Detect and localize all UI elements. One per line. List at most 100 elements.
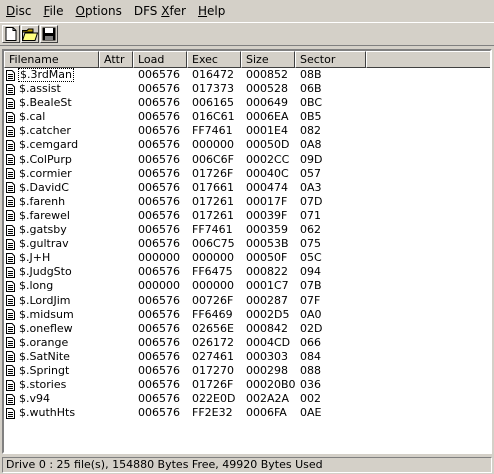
menu-disc[interactable]: Disc <box>0 1 37 21</box>
column-header-size[interactable]: Size <box>241 51 295 68</box>
file-icon <box>6 154 15 166</box>
file-row[interactable]: $.BealeSt 006576 006165 000649 0BC <box>4 96 490 110</box>
file-row[interactable]: $.3rdMan 006576 016472 000852 08B <box>4 68 490 82</box>
file-row[interactable]: $.farenh 006576 017261 00017F 07D <box>4 195 490 209</box>
file-row[interactable]: $.gatsby 006576 FF7461 000359 062 <box>4 223 490 237</box>
file-size: 000287 <box>246 293 288 307</box>
file-row[interactable]: $.gultrav 006576 006C75 00053B 075 <box>4 237 490 251</box>
file-list[interactable]: Filename Attr Load Exec Size Sector $.3r… <box>2 49 492 454</box>
column-header-load[interactable]: Load <box>133 51 187 68</box>
menu-help[interactable]: Help <box>192 1 231 21</box>
file-exec: FF6475 <box>192 265 233 279</box>
file-load: 006576 <box>138 363 180 377</box>
file-row[interactable]: $.J+H 000000 000000 00050F 05C <box>4 251 490 265</box>
file-sector: 082 <box>300 124 321 138</box>
menu-options[interactable]: Options <box>70 1 128 21</box>
file-row[interactable]: $.oneflew 006576 02656E 000842 02D <box>4 322 490 336</box>
file-sector: 0AE <box>300 406 322 420</box>
file-size: 000842 <box>246 321 288 335</box>
file-name: $.3rdMan <box>18 68 75 82</box>
file-icon <box>6 323 15 335</box>
file-sector: 071 <box>300 208 321 222</box>
file-exec: 006165 <box>192 96 234 110</box>
column-header-filename[interactable]: Filename <box>4 51 99 68</box>
file-size: 0002D5 <box>246 307 290 321</box>
file-sector: 05C <box>300 251 322 265</box>
file-sector: 094 <box>300 265 321 279</box>
save-button[interactable] <box>40 25 58 43</box>
file-load: 006576 <box>138 138 180 152</box>
open-folder-icon <box>22 28 38 41</box>
file-name: $.v94 <box>19 392 51 406</box>
file-exec: 017261 <box>192 208 234 222</box>
file-name: $.farenh <box>19 194 66 208</box>
column-header-attr[interactable]: Attr <box>99 51 133 68</box>
column-header-sector[interactable]: Sector <box>295 51 366 68</box>
file-row[interactable]: $.SatNite 006576 027461 000303 084 <box>4 350 490 364</box>
file-load: 006576 <box>138 335 180 349</box>
file-size: 000528 <box>246 82 288 96</box>
toolbar <box>0 22 494 46</box>
file-row[interactable]: $.cormier 006576 01726F 00040C 057 <box>4 167 490 181</box>
file-size: 0001C7 <box>246 279 289 293</box>
file-name-cell: $.long <box>6 279 54 293</box>
file-row[interactable]: $.v94 006576 022E0D 002A2A 002 <box>4 392 490 406</box>
file-icon <box>6 97 15 109</box>
file-load: 006576 <box>138 223 180 237</box>
file-sector: 0A8 <box>300 138 322 152</box>
file-name: $.wuthHts <box>19 406 76 420</box>
open-button[interactable] <box>21 25 39 43</box>
file-exec: 016472 <box>192 68 234 81</box>
file-icon <box>6 252 15 264</box>
file-row[interactable]: $.orange 006576 026172 0004CD 066 <box>4 336 490 350</box>
file-name: $.JudgSto <box>19 265 72 279</box>
file-load: 006576 <box>138 406 180 420</box>
file-row[interactable]: $.wuthHts 006576 FF2E32 0006FA 0AE <box>4 406 490 420</box>
file-row[interactable]: $.Springt 006576 017270 000298 088 <box>4 364 490 378</box>
file-name: $.DavidC <box>19 180 69 194</box>
file-row[interactable]: $.LordJim 006576 00726F 000287 07F <box>4 294 490 308</box>
file-sector: 0B5 <box>300 110 322 124</box>
file-exec: 022E0D <box>192 392 236 406</box>
file-row[interactable]: $.midsum 006576 FF6469 0002D5 0A0 <box>4 308 490 322</box>
file-row[interactable]: $.cemgard 006576 000000 00050D 0A8 <box>4 138 490 152</box>
new-button[interactable] <box>2 25 20 43</box>
menu-file[interactable]: File <box>37 1 69 21</box>
file-icon <box>6 83 15 95</box>
file-row[interactable]: $.farewel 006576 017261 00039F 071 <box>4 209 490 223</box>
file-exec: 017373 <box>192 82 234 96</box>
file-load: 006576 <box>138 68 180 81</box>
file-exec: FF6469 <box>192 307 233 321</box>
file-row[interactable]: $.cal 006576 016C61 0006EA 0B5 <box>4 110 490 124</box>
status-bar: Drive 0 : 25 file(s), 154880 Bytes Free,… <box>2 457 492 473</box>
file-load: 006576 <box>138 166 180 180</box>
file-name: $.stories <box>19 378 67 392</box>
file-icon <box>6 393 15 405</box>
file-name-cell: $.farenh <box>6 195 66 209</box>
file-name: $.oneflew <box>19 321 73 335</box>
file-name: $.cormier <box>19 166 72 180</box>
file-name-cell: $.Springt <box>6 364 70 378</box>
file-row[interactable]: $.JudgSto 006576 FF6475 000822 094 <box>4 265 490 279</box>
file-row[interactable]: $.ColPurp 006576 006C6F 0002CC 09D <box>4 153 490 167</box>
file-row[interactable]: $.assist 006576 017373 000528 06B <box>4 82 490 96</box>
file-row[interactable]: $.long 000000 000000 0001C7 07B <box>4 279 490 293</box>
file-sector: 0A3 <box>300 180 322 194</box>
file-name: $.catcher <box>19 124 71 138</box>
file-name-cell: $.wuthHts <box>6 406 76 420</box>
file-row[interactable]: $.DavidC 006576 017661 000474 0A3 <box>4 181 490 195</box>
file-icon <box>6 224 15 236</box>
file-sector: 0BC <box>300 96 323 110</box>
file-size: 00017F <box>246 194 288 208</box>
file-sector: 08B <box>300 68 322 81</box>
column-header-exec[interactable]: Exec <box>187 51 241 68</box>
file-exec: 000000 <box>192 279 234 293</box>
file-row[interactable]: $.catcher 006576 FF7461 0001E4 082 <box>4 124 490 138</box>
file-size: 000298 <box>246 363 288 377</box>
file-row[interactable]: $.stories 006576 01726F 00020B0 036 <box>4 378 490 392</box>
file-size: 00020B0 <box>246 378 296 392</box>
menu-dfs-xfer[interactable]: DFS Xfer <box>128 1 192 21</box>
file-name: $.assist <box>19 82 61 96</box>
file-name-cell: $.J+H <box>6 251 51 265</box>
file-exec: 016C61 <box>192 110 235 124</box>
